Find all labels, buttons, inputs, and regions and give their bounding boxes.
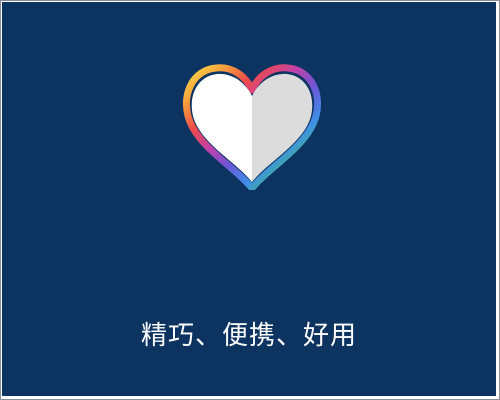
heart-icon xyxy=(178,60,326,190)
screenshot-frame: 精巧、便携、好用 xyxy=(0,0,500,400)
slide-panel: 精巧、便携、好用 xyxy=(2,2,496,396)
tagline-text: 精巧、便携、好用 xyxy=(140,321,357,351)
